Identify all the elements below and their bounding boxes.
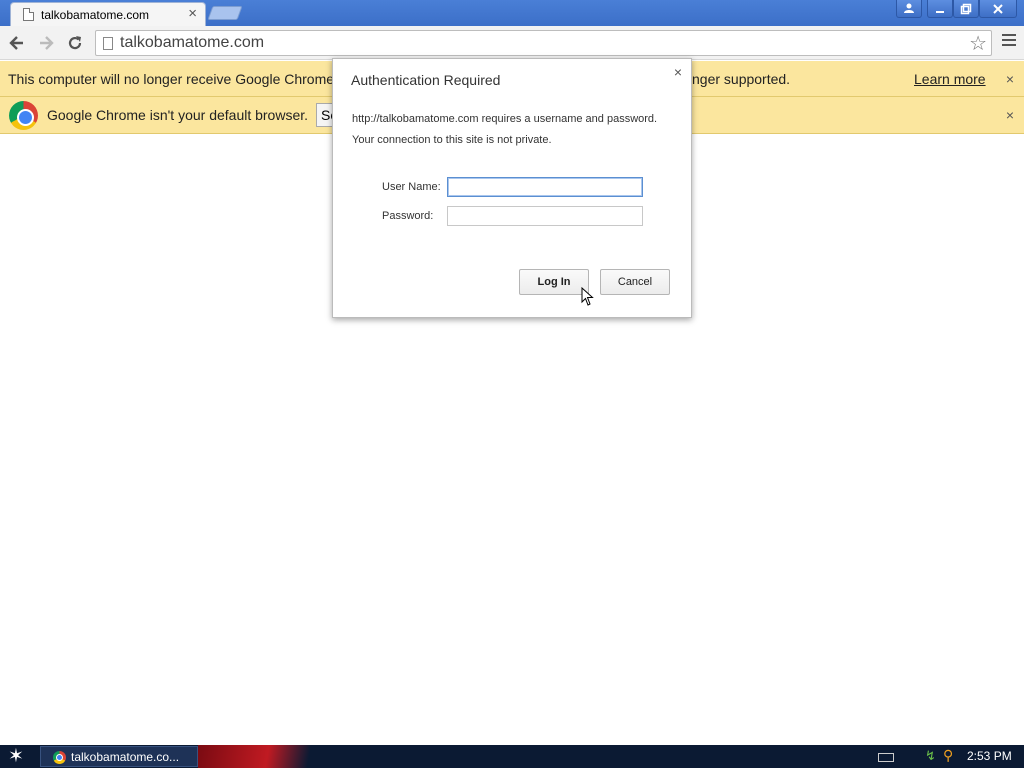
login-button[interactable]: Log In <box>519 269 589 295</box>
back-arrow-icon[interactable] <box>5 31 29 55</box>
cancel-button[interactable]: Cancel <box>600 269 670 295</box>
taskbar-item-label: talkobamatome.co... <box>71 750 180 764</box>
dialog-warning: Your connection to this site is not priv… <box>352 134 552 146</box>
infobar-close-icon[interactable]: × <box>1006 107 1014 123</box>
keyboard-icon[interactable] <box>878 753 894 762</box>
mouse-cursor-icon <box>581 287 594 306</box>
page-favicon-icon <box>23 8 34 21</box>
username-label: User Name: <box>382 181 441 193</box>
dialog-close-icon[interactable]: × <box>674 64 682 80</box>
infobar-close-icon[interactable]: × <box>1006 71 1014 87</box>
clock[interactable]: 2:53 PM <box>967 749 1012 763</box>
password-field[interactable] <box>447 206 643 226</box>
forward-arrow-icon[interactable] <box>34 31 58 55</box>
bookmark-star-icon[interactable]: ☆ <box>969 31 987 56</box>
minimize-button[interactable] <box>927 0 953 18</box>
hamburger-menu-icon[interactable] <box>1002 34 1016 48</box>
url-text[interactable]: talkobamatome.com <box>120 34 264 52</box>
restore-button[interactable] <box>953 0 979 18</box>
profile-icon[interactable] <box>896 0 922 18</box>
dialog-message: http://talkobamatome.com requires a user… <box>352 113 658 125</box>
default-browser-message: Google Chrome isn't your default browser… <box>47 107 309 123</box>
network-icon[interactable]: ↯ <box>925 748 936 764</box>
deprecation-message-tail: nger supported. <box>692 71 791 87</box>
wallpaper-swoosh <box>198 745 313 768</box>
username-field[interactable] <box>447 177 643 197</box>
tab-close-icon[interactable]: × <box>188 5 197 22</box>
taskbar-item-chrome[interactable]: talkobamatome.co... <box>40 746 198 767</box>
taskbar: ✶ talkobamatome.co... ↯ ⚲ 2:53 PM <box>0 745 1024 768</box>
deprecation-message: This computer will no longer receive Goo… <box>8 71 346 87</box>
password-label: Password: <box>382 210 434 222</box>
address-bar[interactable]: talkobamatome.com ☆ <box>95 30 992 56</box>
start-star-icon[interactable]: ✶ <box>8 746 24 767</box>
chrome-icon <box>53 751 66 764</box>
tab-talkobamatome[interactable]: talkobamatome.com × <box>10 2 206 26</box>
chrome-logo-icon <box>9 101 38 130</box>
search-icon[interactable]: ⚲ <box>943 747 953 764</box>
authentication-dialog: Authentication Required × http://talkoba… <box>332 58 692 318</box>
title-bar: talkobamatome.com × <box>0 0 1024 26</box>
dialog-title: Authentication Required <box>351 72 501 88</box>
close-window-button[interactable] <box>979 0 1017 18</box>
browser-toolbar: talkobamatome.com ☆ <box>0 26 1024 60</box>
reload-icon[interactable] <box>63 31 87 55</box>
learn-more-link[interactable]: Learn more <box>914 71 986 87</box>
page-icon <box>103 37 113 50</box>
new-tab-button[interactable] <box>207 6 243 20</box>
tab-title: talkobamatome.com <box>41 8 150 22</box>
